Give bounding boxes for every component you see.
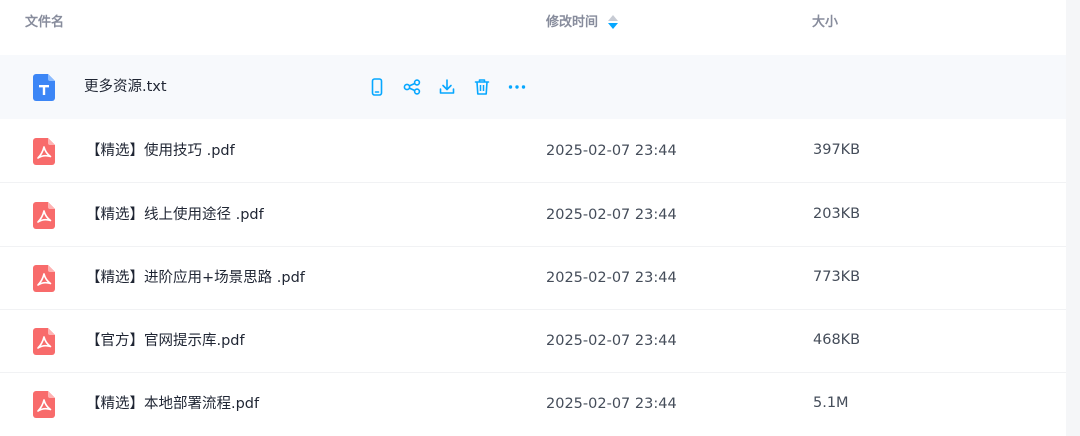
file-name[interactable]: 更多资源.txt [84,77,167,97]
mobile-icon[interactable] [366,76,388,98]
column-header-name[interactable]: 文件名 [25,14,64,32]
sort-desc-icon [608,23,619,29]
file-name[interactable]: 【精选】使用技巧 .pdf [86,141,235,161]
file-name[interactable]: 【精选】进阶应用+场景思路 .pdf [86,268,305,288]
file-size: 5.1M [813,395,849,411]
file-row[interactable]: 【精选】使用技巧 .pdf 2025-02-07 23:44 397KB [0,119,1066,183]
file-modified-time: 2025-02-07 23:44 [546,333,677,349]
share-icon[interactable] [401,76,423,98]
file-row[interactable]: 【官方】官网提示库.pdf 2025-02-07 23:44 468KB [0,309,1066,373]
file-modified-time: 2025-02-07 23:44 [546,396,677,412]
file-modified-time: 2025-02-07 23:44 [546,143,677,159]
sort-icon[interactable] [608,15,619,31]
file-modified-time: 2025-02-07 23:44 [546,207,677,223]
pdf-file-icon [33,138,55,165]
row-actions [366,75,541,99]
file-size: 468KB [813,332,861,348]
file-size: 203KB [813,206,861,222]
more-icon[interactable] [506,76,528,98]
column-header-size[interactable]: 大小 [812,14,838,32]
file-list: 文件名 修改时间 大小 更多资源.txt 【精选】使用技巧 .pdf 2025-… [0,0,1080,436]
file-size: 397KB [813,142,861,158]
file-row[interactable]: 【精选】进阶应用+场景思路 .pdf 2025-02-07 23:44 773K… [0,246,1066,310]
txt-file-icon [33,74,55,101]
file-name[interactable]: 【精选】线上使用途径 .pdf [86,205,264,225]
sort-asc-icon [608,15,619,21]
file-row[interactable]: 更多资源.txt [0,55,1066,119]
file-name[interactable]: 【精选】本地部署流程.pdf [86,394,259,414]
file-row[interactable]: 【精选】线上使用途径 .pdf 2025-02-07 23:44 203KB [0,183,1066,247]
delete-icon[interactable] [471,76,493,98]
column-header-time[interactable]: 修改时间 [546,14,619,32]
file-list-header: 文件名 修改时间 大小 [0,0,1066,48]
column-header-time-label: 修改时间 [546,15,599,30]
pdf-file-icon [33,391,55,418]
scrollbar-track[interactable] [1066,0,1080,436]
download-icon[interactable] [436,76,458,98]
file-name[interactable]: 【官方】官网提示库.pdf [86,331,245,351]
file-modified-time: 2025-02-07 23:44 [546,270,677,286]
file-size: 773KB [813,269,861,285]
pdf-file-icon [33,265,55,292]
pdf-file-icon [33,328,55,355]
file-row[interactable]: 【精选】本地部署流程.pdf 2025-02-07 23:44 5.1M [0,372,1066,436]
pdf-file-icon [33,202,55,229]
